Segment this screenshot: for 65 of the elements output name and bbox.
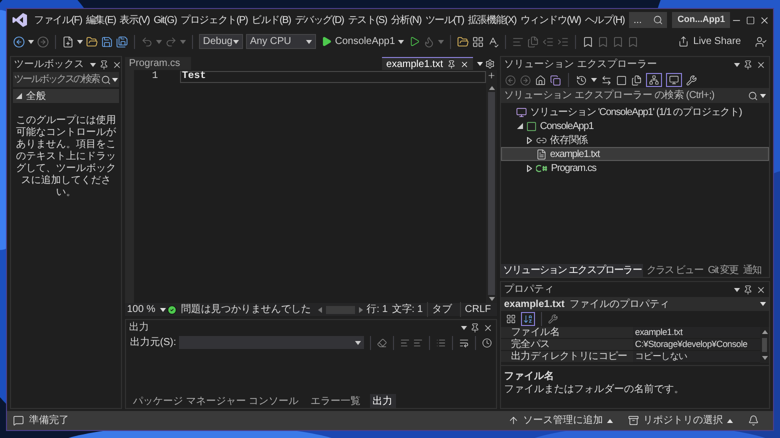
issues-status[interactable]: 問題は見つかりませんでした (181, 302, 311, 317)
editor-tab[interactable]: Program.cs (125, 57, 191, 70)
tree-item[interactable]: example1.txt (501, 147, 769, 161)
property-value[interactable]: example1.txt (633, 327, 760, 338)
toolbox-search-field[interactable]: ツールボックスの検索 (13, 72, 119, 87)
tool-window-tab[interactable]: 通知 (741, 264, 764, 276)
start-button[interactable]: ConsoleApp1 (319, 34, 406, 49)
property-value[interactable]: コピーしない (633, 351, 760, 362)
column-indicator[interactable]: 文字: 1 (392, 302, 423, 317)
indent-indicator[interactable]: タブ (426, 302, 456, 317)
line-indicator[interactable]: 行: 1 (366, 302, 388, 317)
repository-button[interactable]: リポジトリの選択 (628, 413, 733, 428)
zoom-dropdown[interactable]: 100 % (127, 302, 163, 317)
line-ending-indicator[interactable]: CRLF (460, 302, 495, 317)
solution-name-badge: Con...App1 (672, 12, 730, 28)
configuration-dropdown[interactable]: Debug (199, 34, 243, 49)
menu-item[interactable]: ウィンドウ(W) (518, 12, 583, 28)
toolbox-group-header[interactable]: 全般 (13, 89, 119, 103)
menu-item[interactable]: ビルド(B) (250, 12, 293, 28)
search-placeholder: ソリューション エクスプローラー の検索 (Ctrl+;) (504, 88, 716, 103)
menu-item[interactable]: 分析(N) (388, 12, 424, 28)
property-name: ファイル名 (501, 327, 633, 338)
tool-window-tab[interactable]: ソリューション エクスプローラー (501, 264, 644, 276)
menu-item[interactable]: 拡張機能(X) (466, 12, 518, 28)
empty-group-message: このグループには使用可能なコントロールがありません。項目をこのテキスト上にドラッグして、ツールボックスに追加してください。 (15, 115, 117, 199)
platform-dropdown[interactable]: Any CPU (246, 34, 316, 49)
tool-window-tab[interactable]: Git 変更 (706, 264, 740, 276)
menu-item[interactable]: ヘルプ(H) (582, 12, 626, 28)
property-name: 出力ディレクトリにコピー (501, 351, 633, 362)
editor-tab[interactable]: example1.txt (382, 57, 473, 70)
object-type: ファイルのプロパティ (570, 298, 671, 312)
source-control-button[interactable]: ソース管理に追加 (508, 413, 613, 428)
bottom-tab[interactable]: 出力 (370, 394, 396, 408)
description-text: ファイルまたはフォルダーの名前です。 (504, 383, 685, 396)
menu-item[interactable]: 表示(V) (118, 12, 152, 28)
tree-item[interactable]: Program.cs (501, 161, 769, 175)
tree-item[interactable]: ソリューション 'ConsoleApp1' (1/1 のプロジェクト) (501, 105, 769, 119)
menu-item[interactable]: プロジェクト(P) (178, 12, 250, 28)
tool-window-tab[interactable]: クラス ビュー (644, 264, 705, 276)
tree-item[interactable]: ConsoleApp1 (501, 119, 769, 133)
menu-item[interactable]: Git(G) (152, 12, 179, 28)
menu-item[interactable]: デバッグ(D) (292, 12, 346, 28)
description-title: ファイル名 (504, 371, 555, 383)
line-number: 1 (152, 71, 158, 83)
property-name: 完全パス (501, 339, 633, 350)
status-message: 準備完了 (29, 414, 69, 428)
solution-search-field[interactable]: ソリューション エクスプローラー の検索 (Ctrl+;) (501, 88, 769, 103)
property-value[interactable]: C:¥Storage¥develop¥Console (633, 339, 760, 350)
panel-title: プロパティ (504, 284, 554, 296)
search-placeholder: ツールボックスの検索 (14, 72, 100, 87)
menu-item[interactable]: ファイル(F) (32, 12, 84, 28)
menu-item[interactable]: テスト(S) (346, 12, 389, 28)
menu-item[interactable]: ツール(T) (423, 12, 466, 28)
output-source-label: 出力元(S): (130, 336, 176, 350)
panel-title: ツールボックス (14, 58, 84, 70)
panel-title: ソリューション エクスプローラー (504, 58, 657, 70)
tree-item[interactable]: 依存関係 (501, 133, 769, 147)
search-button[interactable]: ... (629, 12, 668, 28)
menu-item[interactable]: 編集(E) (84, 12, 118, 28)
bottom-tab[interactable]: エラー一覧 (308, 394, 364, 408)
live-share-button[interactable]: Live Share (675, 34, 744, 49)
panel-title: 出力 (129, 322, 149, 334)
properties-object-selector[interactable]: example1.txt ファイルのプロパティ (501, 297, 769, 311)
bottom-tab[interactable]: パッケージ マネージャー コンソール (130, 394, 302, 408)
object-name: example1.txt (504, 298, 565, 312)
